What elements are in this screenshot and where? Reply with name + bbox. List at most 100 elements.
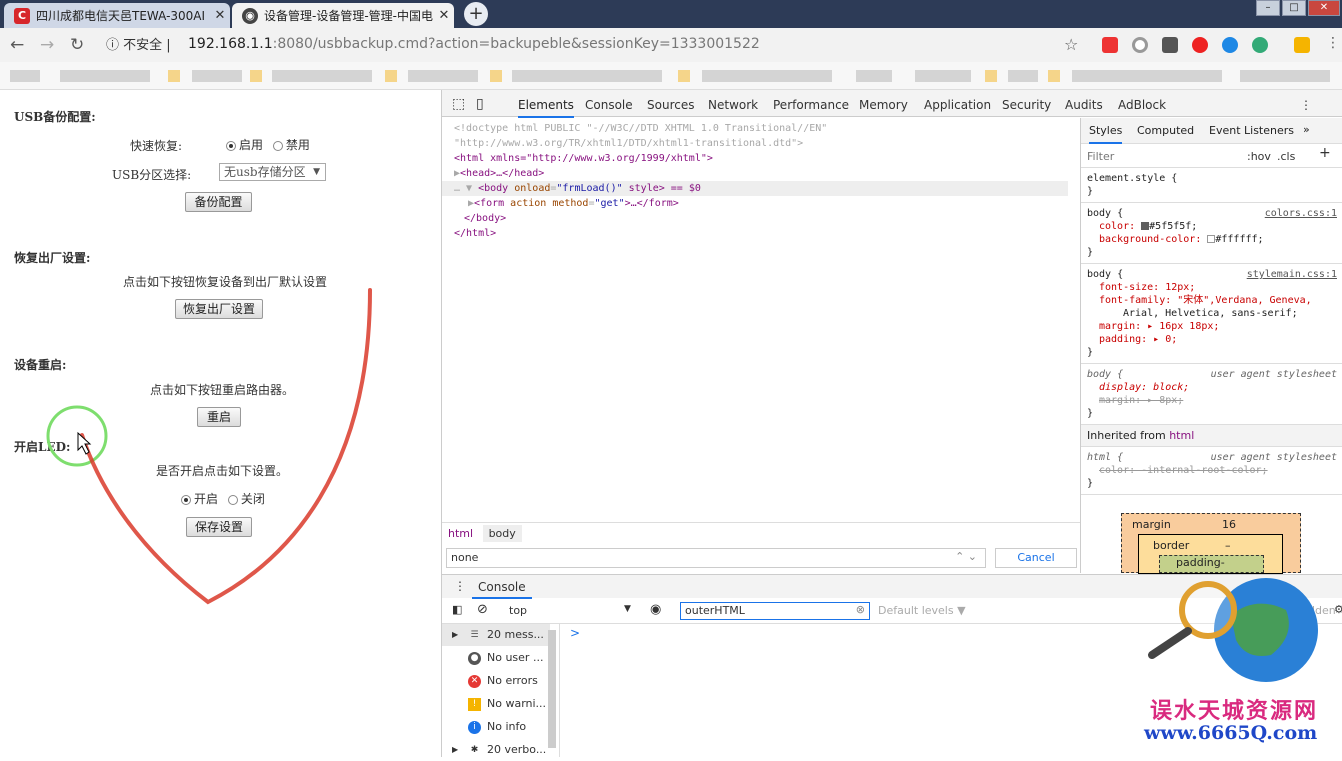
forward-icon[interactable]: → (40, 35, 54, 55)
tab-adblock[interactable]: AdBlock (1118, 98, 1166, 112)
bookmark-item[interactable] (915, 70, 971, 82)
rule-close: } (1087, 347, 1094, 358)
log-levels-select[interactable]: Default levels ▼ (878, 604, 966, 617)
back-icon[interactable]: ← (10, 35, 24, 55)
rule-source-link[interactable]: colors.css:1 (1265, 207, 1337, 220)
bookmark-item[interactable] (856, 70, 892, 82)
tab-sources[interactable]: Sources (647, 98, 694, 112)
bookmark-item[interactable] (10, 70, 40, 82)
bookmark-item[interactable] (678, 70, 690, 82)
drawer-menu-icon[interactable]: ⋮ (454, 579, 466, 593)
sidebar-item-warnings[interactable]: ! No warni... (442, 693, 550, 715)
sidebar-item-messages[interactable]: ▶ ☰ 20 mess... (442, 624, 550, 646)
extension-icon[interactable] (1162, 37, 1178, 53)
bookmark-item[interactable] (60, 70, 150, 82)
tab-performance[interactable]: Performance (773, 98, 849, 112)
bookmark-item[interactable] (1008, 70, 1038, 82)
sidebar-item-errors[interactable]: ✕ No errors (442, 670, 550, 692)
sidebar-toggle-icon[interactable]: ◧ (452, 603, 462, 616)
browser-tab-active[interactable]: ◉ 设备管理-设备管理-管理-中国电 ✕ (232, 3, 454, 28)
eye-icon[interactable]: ◉ (650, 602, 661, 617)
sidebar-item-verbose[interactable]: ▶ ✱ 20 verbo... (442, 739, 550, 761)
bookmark-item[interactable] (1072, 70, 1222, 82)
menu-icon[interactable]: ⋮ (1326, 35, 1340, 51)
bookmark-item[interactable] (1048, 70, 1060, 82)
security-indicator[interactable]: ⓘ 不安全 | (106, 34, 171, 53)
devtools-menu-icon[interactable]: ⋮ (1300, 98, 1312, 112)
device-toolbar-icon[interactable]: ▯ (476, 96, 484, 112)
close-window-button[interactable]: ✕ (1308, 0, 1340, 16)
dom-form-node[interactable]: ▶<form action method="get">…</form> (454, 196, 1068, 211)
styles-filter[interactable]: Filter :hov .cls + (1081, 144, 1342, 168)
sidebar-item-user[interactable]: ● No user ... (442, 647, 550, 669)
tab-application[interactable]: Application (924, 98, 991, 112)
dom-body-node[interactable]: … ▼ <body onload="frmLoad()" style> == $… (442, 181, 1068, 196)
extension-icon[interactable] (1222, 37, 1238, 53)
inherited-element[interactable]: html (1169, 429, 1194, 442)
bookmark-item[interactable] (250, 70, 262, 82)
bookmark-item[interactable] (702, 70, 832, 82)
tab-elements[interactable]: Elements (518, 98, 574, 118)
settings-gear-icon[interactable]: ⚙ (1334, 603, 1342, 616)
bookmark-item[interactable] (490, 70, 502, 82)
bookmark-item[interactable] (192, 70, 242, 82)
tab-network[interactable]: Network (708, 98, 758, 112)
chevron-down-icon[interactable]: ▼ (624, 604, 631, 614)
bookmark-item[interactable] (408, 70, 478, 82)
bookmark-item[interactable] (985, 70, 997, 82)
console-filter-input[interactable]: outerHTML ⊗ (680, 602, 870, 620)
clear-console-icon[interactable]: ⊘ (477, 602, 488, 617)
tab-security[interactable]: Security (1002, 98, 1051, 112)
bookmarks-bar (0, 62, 1342, 90)
cancel-search-button[interactable]: Cancel (995, 548, 1077, 568)
dom-head-node[interactable]: ▶<head>…</head> (454, 166, 1068, 181)
extension-icon[interactable] (1252, 37, 1268, 53)
browser-tab[interactable]: C 四川成都电信天邑TEWA-300AI ✕ (4, 3, 230, 28)
search-nav-icon[interactable]: ⌃ ⌄ (955, 550, 977, 563)
tab-styles[interactable]: Styles (1089, 124, 1123, 144)
bookmark-item[interactable] (168, 70, 180, 82)
extension-icon[interactable] (1294, 37, 1310, 53)
bookmark-item[interactable] (512, 70, 662, 82)
tab-console[interactable]: Console (585, 98, 633, 112)
bookmark-item[interactable] (272, 70, 372, 82)
close-tab-icon[interactable]: ✕ (210, 8, 230, 23)
sidebar-scrollbar[interactable] (548, 630, 556, 748)
bookmark-item[interactable] (1240, 70, 1330, 82)
reload-icon[interactable]: ↻ (70, 35, 84, 55)
add-rule-icon[interactable]: + (1319, 146, 1331, 160)
dom-html-node[interactable]: <html xmlns="http://www.w3.org/1999/xhtm… (454, 151, 1068, 166)
clear-filter-icon[interactable]: ⊗ (856, 603, 865, 616)
close-tab-icon[interactable]: ✕ (434, 8, 454, 23)
console-prompt[interactable]: > (570, 626, 580, 640)
tab-memory[interactable]: Memory (859, 98, 908, 112)
minimize-button[interactable]: – (1256, 0, 1280, 16)
browser-tab-bar: C 四川成都电信天邑TEWA-300AI ✕ ◉ 设备管理-设备管理-管理-中国… (0, 0, 1342, 28)
chevron-right-icon[interactable]: » (1303, 123, 1310, 136)
dom-search-input[interactable]: none ⌃ ⌄ (446, 548, 986, 568)
box-border-label: border (1153, 539, 1190, 552)
inspect-element-icon[interactable]: ⬚ (452, 96, 465, 112)
sidebar-item-info[interactable]: i No info (442, 716, 550, 738)
rule-source-link[interactable]: stylemain.css:1 (1247, 268, 1337, 281)
tab-console-drawer[interactable]: Console (472, 575, 532, 599)
tab-event-listeners[interactable]: Event Listeners (1209, 124, 1294, 137)
extension-icon[interactable] (1132, 37, 1148, 53)
tab-computed[interactable]: Computed (1137, 124, 1194, 137)
color-swatch[interactable] (1141, 222, 1150, 230)
extension-icon[interactable] (1102, 37, 1118, 53)
hov-toggle[interactable]: :hov (1247, 150, 1271, 163)
new-tab-button[interactable]: + (464, 2, 488, 26)
extension-icon[interactable] (1192, 37, 1208, 53)
prop-font-size: font-size: 12px; (1099, 282, 1196, 293)
cls-toggle[interactable]: .cls (1277, 150, 1295, 163)
crumb-html[interactable]: html (448, 527, 473, 540)
crumb-body[interactable]: body (482, 525, 522, 542)
context-select[interactable]: top (509, 604, 527, 617)
site-favicon-icon: C (14, 7, 30, 24)
bookmark-item[interactable] (385, 70, 397, 82)
url-input[interactable]: 192.168.1.1:8080/usbbackup.cmd?action=ba… (188, 36, 760, 52)
bookmark-star-icon[interactable]: ☆ (1064, 35, 1078, 54)
maximize-button[interactable]: □ (1282, 0, 1306, 16)
tab-audits[interactable]: Audits (1065, 98, 1103, 112)
